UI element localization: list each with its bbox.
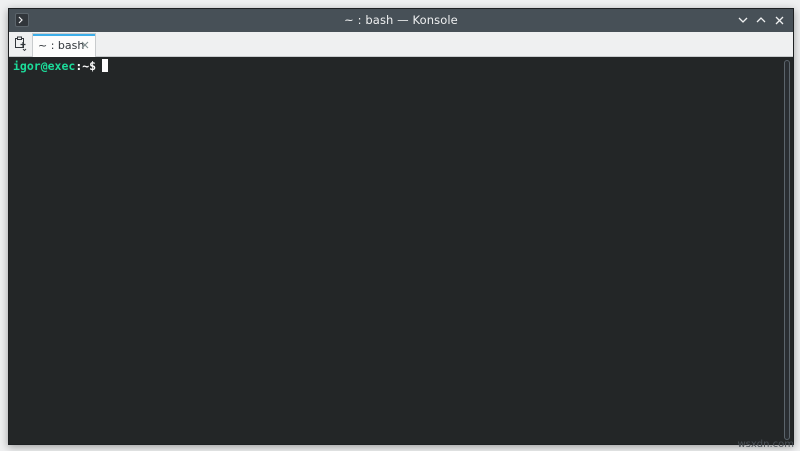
tab-active-indicator bbox=[33, 34, 95, 36]
chevron-down-icon bbox=[738, 17, 748, 23]
prompt-user-host: igor@exec bbox=[13, 59, 76, 73]
prompt-line: igor@exec:~$ bbox=[13, 59, 109, 73]
minimize-button[interactable] bbox=[736, 13, 750, 27]
watermark: wsxdn.com bbox=[737, 439, 794, 450]
tab-bash[interactable]: ~ : bash bbox=[32, 33, 96, 57]
chevron-up-icon bbox=[756, 17, 766, 23]
titlebar[interactable]: ~ : bash — Konsole bbox=[9, 9, 793, 32]
close-icon[interactable] bbox=[80, 40, 90, 50]
new-tab-button[interactable] bbox=[11, 33, 31, 55]
new-tab-icon bbox=[15, 36, 27, 52]
tab-bar: ~ : bash bbox=[9, 32, 793, 57]
maximize-button[interactable] bbox=[754, 13, 768, 27]
konsole-window: ~ : bash — Konsole ~ : bash igor@exec:~$ bbox=[8, 8, 794, 445]
window-title: ~ : bash — Konsole bbox=[344, 13, 458, 27]
text-cursor bbox=[102, 59, 109, 72]
terminal-area[interactable]: igor@exec:~$ bbox=[9, 57, 793, 444]
scrollbar[interactable] bbox=[784, 60, 790, 440]
close-icon bbox=[775, 16, 783, 24]
tab-label: ~ : bash bbox=[38, 39, 85, 52]
prompt-path: :~$ bbox=[75, 59, 97, 73]
close-button[interactable] bbox=[772, 13, 786, 27]
